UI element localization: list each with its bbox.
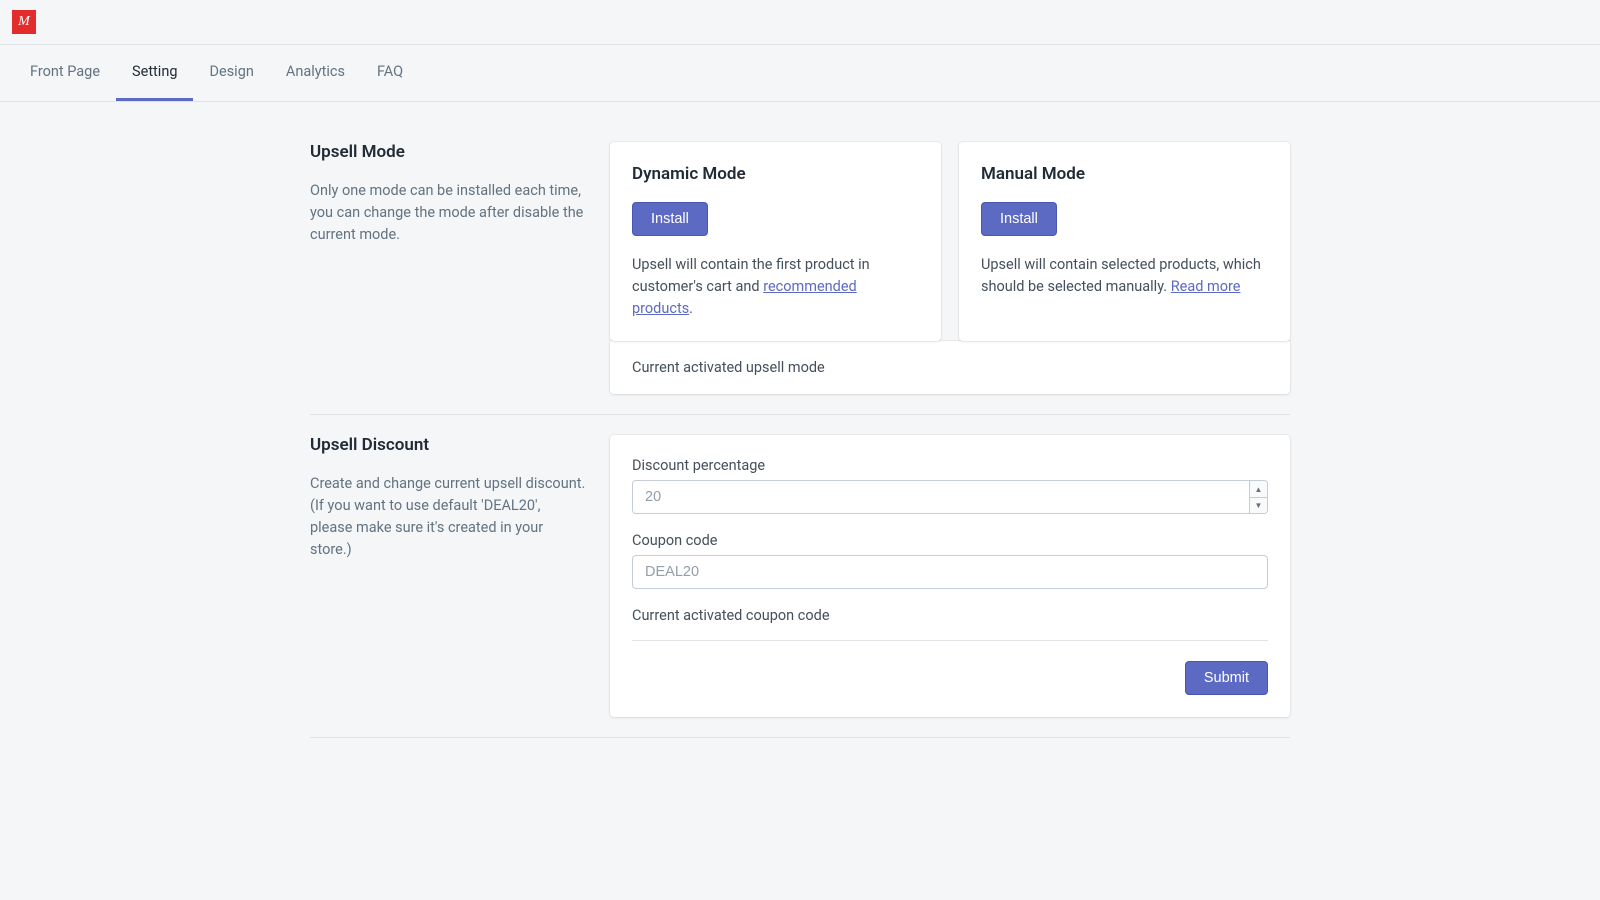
number-spinner: ▲ ▼ bbox=[1249, 481, 1267, 513]
upsell-mode-description: Only one mode can be installed each time… bbox=[310, 180, 586, 245]
app-logo: M bbox=[12, 10, 36, 34]
upsell-mode-title: Upsell Mode bbox=[310, 142, 586, 162]
nav-bar: Front Page Setting Design Analytics FAQ bbox=[0, 45, 1600, 102]
discount-form: Discount percentage ▲ ▼ Coupon code Curr… bbox=[610, 435, 1290, 717]
discount-percentage-input[interactable] bbox=[632, 480, 1268, 514]
section-meta: Upsell Discount Create and change curren… bbox=[310, 435, 610, 717]
spinner-up-icon[interactable]: ▲ bbox=[1250, 481, 1267, 498]
nav-faq[interactable]: FAQ bbox=[361, 45, 419, 101]
manual-mode-card: Manual Mode Install Upsell will contain … bbox=[959, 142, 1290, 341]
section-body: Discount percentage ▲ ▼ Coupon code Curr… bbox=[610, 435, 1290, 717]
upsell-discount-description: Create and change current upsell discoun… bbox=[310, 473, 586, 560]
section-upsell-discount: Upsell Discount Create and change curren… bbox=[310, 415, 1290, 738]
upsell-discount-title: Upsell Discount bbox=[310, 435, 586, 455]
read-more-link[interactable]: Read more bbox=[1171, 278, 1241, 295]
dynamic-desc-after: . bbox=[689, 300, 693, 317]
nav-setting[interactable]: Setting bbox=[116, 45, 193, 101]
upsell-mode-status: Current activated upsell mode bbox=[610, 341, 1290, 394]
install-manual-button[interactable]: Install bbox=[981, 202, 1057, 236]
form-actions: Submit bbox=[632, 661, 1268, 695]
manual-mode-title: Manual Mode bbox=[981, 164, 1268, 184]
dynamic-mode-card: Dynamic Mode Install Upsell will contain… bbox=[610, 142, 941, 341]
coupon-code-input[interactable] bbox=[632, 555, 1268, 589]
mode-cards: Dynamic Mode Install Upsell will contain… bbox=[610, 142, 1290, 341]
coupon-status: Current activated coupon code bbox=[632, 607, 1268, 641]
spinner-down-icon[interactable]: ▼ bbox=[1250, 498, 1267, 514]
dynamic-mode-description: Upsell will contain the first product in… bbox=[632, 254, 919, 319]
discount-percentage-label: Discount percentage bbox=[632, 457, 1268, 474]
main-content: Upsell Mode Only one mode can be install… bbox=[310, 102, 1290, 758]
install-dynamic-button[interactable]: Install bbox=[632, 202, 708, 236]
top-bar: M bbox=[0, 0, 1600, 45]
dynamic-mode-title: Dynamic Mode bbox=[632, 164, 919, 184]
logo-text: M bbox=[18, 14, 30, 30]
section-upsell-mode: Upsell Mode Only one mode can be install… bbox=[310, 122, 1290, 415]
section-body: Dynamic Mode Install Upsell will contain… bbox=[610, 142, 1290, 394]
nav-design[interactable]: Design bbox=[193, 45, 269, 101]
nav-analytics[interactable]: Analytics bbox=[270, 45, 361, 101]
manual-mode-description: Upsell will contain selected products, w… bbox=[981, 254, 1268, 298]
discount-percentage-wrap: ▲ ▼ bbox=[632, 480, 1268, 514]
nav-front-page[interactable]: Front Page bbox=[14, 45, 116, 101]
coupon-code-label: Coupon code bbox=[632, 532, 1268, 549]
submit-button[interactable]: Submit bbox=[1185, 661, 1268, 695]
section-meta: Upsell Mode Only one mode can be install… bbox=[310, 142, 610, 394]
